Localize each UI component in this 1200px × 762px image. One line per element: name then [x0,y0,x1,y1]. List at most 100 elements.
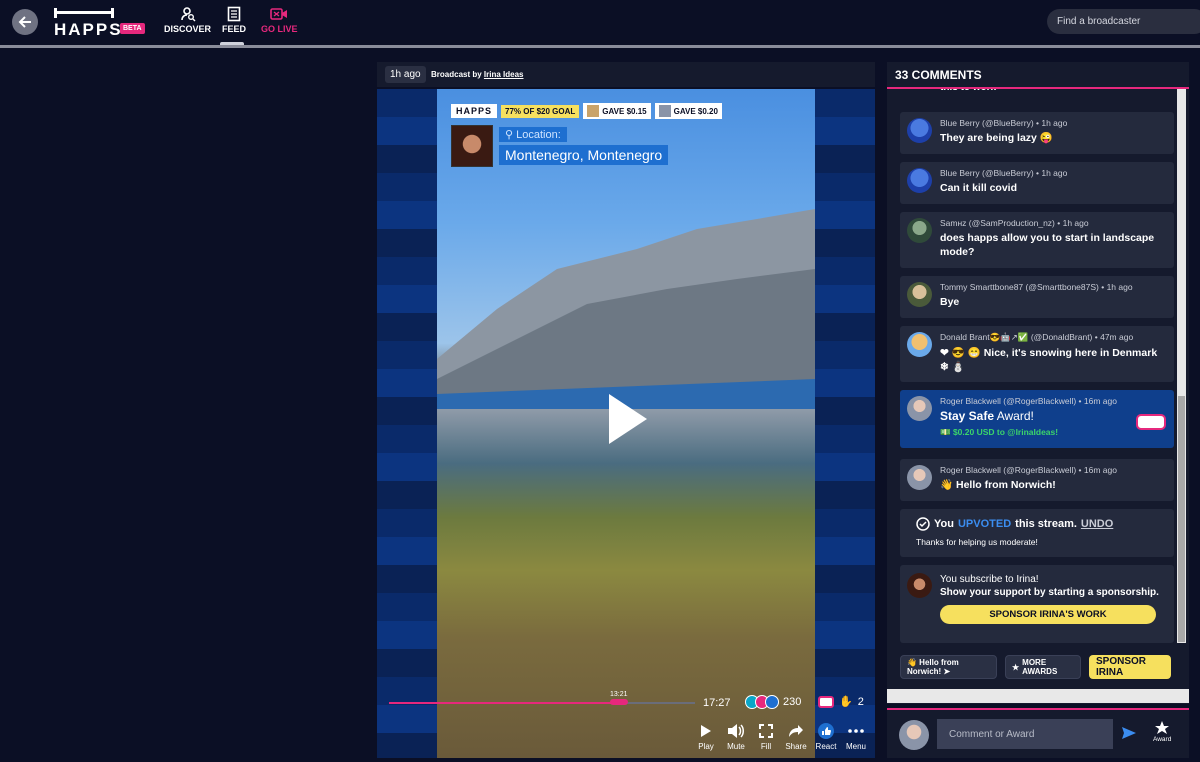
happs-logo[interactable]: HAPPS BETA [54,8,145,39]
menu-button[interactable]: Menu [845,723,867,751]
award-amount: 💵 $0.20 USD to @IrinaIdeas! [940,427,1166,438]
quick-comment-button[interactable]: 👋 Hello from Norwich! ➤ [900,655,997,679]
viewer-reactions[interactable]: 230 [745,695,801,709]
comment-time: 1h ago [1062,218,1089,228]
moderation-thanks: Thanks for helping us moderate! [916,537,1038,547]
hand-icon: ✋ [839,696,853,708]
comment-card: Donald Brant😎🤖↗✅ (@DonaldBrant) • 47m ag… [900,326,1174,382]
comment-text: They are being lazy 😜 [940,132,1053,144]
comment-card: Samнz (@SamProduction_nz) • 1h ago does … [900,212,1174,268]
header-divider [0,45,1200,48]
award-button[interactable]: Award [1153,720,1171,743]
avatar[interactable] [907,118,932,143]
comment-input[interactable] [937,719,1113,749]
back-button[interactable] [12,9,38,35]
mute-button[interactable]: Mute [725,723,747,751]
award-amount-text: $0.20 USD to [952,427,1008,437]
horizontal-scrollbar[interactable] [887,689,1189,703]
video-player[interactable]: HAPPS 77% OF $20 GOAL GAVE $0.15 GAVE $0… [377,89,875,758]
comment-author[interactable]: Roger Blackwell (@RogerBlackwell) [940,465,1076,475]
send-icon [1122,727,1136,739]
comments-scroll-thumb[interactable] [1178,396,1185,642]
mask-count-value: 2 [857,695,864,708]
react-icon [818,723,834,739]
comment-author[interactable]: Roger Blackwell (@RogerBlackwell) [940,396,1076,406]
avatar[interactable] [907,396,932,421]
play-icon [701,725,711,737]
donation-badge: GAVE $0.20 [654,103,722,119]
comment-author[interactable]: Blue Berry (@BlueBerry) [940,168,1034,178]
comment-card: Blue Berry (@BlueBerry) • 1h ago They ar… [900,112,1174,154]
subscription-card: You subscribe to Irina! Show your support… [900,565,1174,643]
subscribe-line1: You subscribe to Irina! [940,574,1039,585]
location-card: ⚲ Location: Montenegro, Montenegro [451,125,669,167]
goal-progress-badge: 77% OF $20 GOAL [501,104,580,118]
avatar[interactable] [907,465,932,490]
comment-time: 47m ago [1100,332,1134,342]
share-icon [789,725,803,737]
donation-badge: GAVE $0.15 [583,103,651,119]
more-awards-button[interactable]: ★ MORE AWARDS [1005,655,1081,679]
brand-name: HAPPS [54,20,123,39]
broadcaster-avatar [451,125,493,167]
sponsor-button[interactable]: SPONSOR IRINA [1089,655,1171,679]
sponsor-work-button[interactable]: SPONSOR IRINA'S WORK [940,605,1156,624]
comment-author[interactable]: Samнz (@SamProduction_nz) [940,218,1055,228]
fill-icon [759,724,773,738]
comments-panel: 33 COMMENTS this to work Blue Berry (@Bl… [887,62,1189,704]
donation-amount: GAVE $0.15 [602,106,647,116]
broadcast-by-prefix: Broadcast by [431,70,482,79]
comment-time: 16m ago [1083,396,1117,406]
comment-card: Blue Berry (@BlueBerry) • 1h ago Can it … [900,162,1174,204]
react-label: React [815,742,837,751]
broadcast-time-badge: 1h ago [385,66,426,83]
mask-icon [1136,414,1166,430]
react-button[interactable]: React [815,723,837,751]
avatar[interactable] [907,282,932,307]
share-button[interactable]: Share [785,723,807,751]
broadcaster-link[interactable]: Irina Ideas [484,70,524,79]
location-label-text: Location: [516,129,561,141]
nav-go-live[interactable]: GO LIVE [261,6,298,34]
comment-author[interactable]: Blue Berry (@BlueBerry) [940,118,1034,128]
comment-text: Can it kill covid [940,182,1018,194]
play-button[interactable]: Play [695,723,717,751]
award-recipient-link[interactable]: @IrinaIdeas! [1007,427,1058,437]
my-avatar [899,720,929,750]
avatar [907,573,932,598]
mask-icon [818,695,834,708]
mute-label: Mute [727,742,745,751]
play-label: Play [698,742,714,751]
comment-text: Bye [940,296,960,308]
star-icon [1155,721,1170,734]
video-progress-bar[interactable] [389,699,695,705]
go-live-icon [270,8,288,20]
avatar[interactable] [907,218,932,243]
play-overlay-icon[interactable] [609,394,647,444]
progress-knob[interactable] [609,699,628,705]
quick-actions: 👋 Hello from Norwich! ➤ ★ MORE AWARDS SP… [900,655,1171,679]
location-label: ⚲ Location: [499,127,567,142]
comment-text: ❤ 😎 😁 Nice, it's snowing here in Denmark… [940,347,1158,373]
comment-author[interactable]: Tommy Smarttbone87 (@Smarttbone87S) [940,282,1099,292]
comment-author[interactable]: Donald Brant😎🤖↗✅ (@DonaldBrant) [940,332,1092,342]
undo-upvote-link[interactable]: UNDO [1081,518,1113,530]
check-circle-icon [916,517,930,531]
award-label: Award [1153,736,1172,743]
nav-feed[interactable]: FEED [222,6,246,34]
avatar[interactable] [907,332,932,357]
thumbs-up-icon [765,695,779,709]
broadcaster-search-input[interactable]: Find a broadcaster [1047,9,1200,34]
video-header: 1h ago Broadcast by Irina Ideas [377,62,875,87]
progress-fill [389,702,619,704]
money-icon: 💵 [940,427,953,437]
upvote-rest: this stream. [1015,518,1077,530]
fill-button[interactable]: Fill [755,723,777,751]
avatar[interactable] [907,168,932,193]
send-button[interactable] [1121,726,1137,745]
location-pin-icon: ⚲ [505,129,517,141]
nav-discover[interactable]: DISCOVER [164,6,211,34]
fill-label: Fill [760,742,772,751]
volume-icon [728,724,744,738]
mask-award-count[interactable]: ✋ 2 [818,695,864,708]
